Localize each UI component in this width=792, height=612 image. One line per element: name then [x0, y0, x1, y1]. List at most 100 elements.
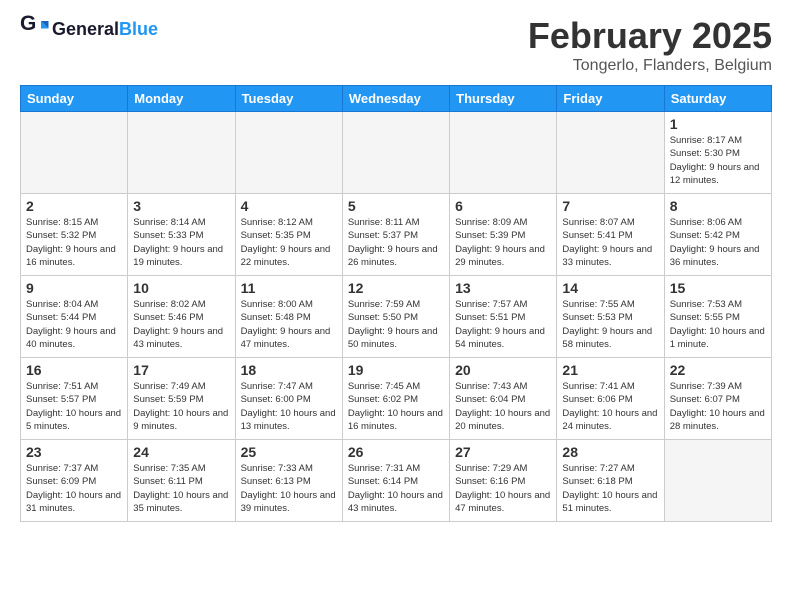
day-number: 17	[133, 362, 229, 378]
day-number: 13	[455, 280, 551, 296]
weekday-header-sunday: Sunday	[21, 86, 128, 112]
calendar-cell	[235, 112, 342, 194]
calendar-cell: 13 Sunrise: 7:57 AM Sunset: 5:51 PM Dayli…	[450, 276, 557, 358]
calendar-cell: 17 Sunrise: 7:49 AM Sunset: 5:59 PM Dayli…	[128, 358, 235, 440]
calendar-cell: 10 Sunrise: 8:02 AM Sunset: 5:46 PM Dayli…	[128, 276, 235, 358]
day-info: Sunrise: 8:17 AM Sunset: 5:30 PM Dayligh…	[670, 134, 766, 187]
weekday-header-friday: Friday	[557, 86, 664, 112]
calendar-cell: 28Sunrise: 7:27 AM Sunset: 6:18 PM Dayli…	[557, 440, 664, 522]
day-info: Sunrise: 8:15 AM Sunset: 5:32 PM Dayligh…	[26, 216, 122, 269]
day-number: 10	[133, 280, 229, 296]
day-number: 15	[670, 280, 766, 296]
calendar-cell: 24 Sunrise: 7:35 AM Sunset: 6:11 PM Dayli…	[128, 440, 235, 522]
day-info: Sunrise: 7:31 AM Sunset: 6:14 PM Dayligh…	[348, 462, 444, 515]
calendar-week-4: 23 Sunrise: 7:37 AM Sunset: 6:09 PM Dayli…	[21, 440, 772, 522]
weekday-header-thursday: Thursday	[450, 86, 557, 112]
day-number: 14	[562, 280, 658, 296]
logo-icon: G	[20, 15, 50, 45]
calendar-cell: 16 Sunrise: 7:51 AM Sunset: 5:57 PM Dayli…	[21, 358, 128, 440]
day-info: Sunrise: 8:02 AM Sunset: 5:46 PM Dayligh…	[133, 298, 229, 351]
calendar-cell	[664, 440, 771, 522]
day-number: 26	[348, 444, 444, 460]
day-info: Sunrise: 7:33 AM Sunset: 6:13 PM Dayligh…	[241, 462, 337, 515]
calendar-cell: 26 Sunrise: 7:31 AM Sunset: 6:14 PM Dayli…	[342, 440, 449, 522]
day-info: Sunrise: 7:49 AM Sunset: 5:59 PM Dayligh…	[133, 380, 229, 433]
calendar-cell	[450, 112, 557, 194]
day-number: 12	[348, 280, 444, 296]
day-number: 4	[241, 198, 337, 214]
calendar-cell	[342, 112, 449, 194]
day-number: 1	[670, 116, 766, 132]
calendar-cell: 5Sunrise: 8:11 AM Sunset: 5:37 PM Daylig…	[342, 194, 449, 276]
day-info: Sunrise: 8:06 AM Sunset: 5:42 PM Dayligh…	[670, 216, 766, 269]
month-title: February 2025	[528, 15, 772, 57]
day-info: Sunrise: 7:37 AM Sunset: 6:09 PM Dayligh…	[26, 462, 122, 515]
weekday-header-row: SundayMondayTuesdayWednesdayThursdayFrid…	[21, 86, 772, 112]
day-number: 9	[26, 280, 122, 296]
day-number: 25	[241, 444, 337, 460]
day-number: 3	[133, 198, 229, 214]
calendar-cell: 2 Sunrise: 8:15 AM Sunset: 5:32 PM Daylig…	[21, 194, 128, 276]
weekday-header-monday: Monday	[128, 86, 235, 112]
calendar-cell: 15 Sunrise: 7:53 AM Sunset: 5:55 PM Dayli…	[664, 276, 771, 358]
svg-text:G: G	[20, 15, 36, 35]
day-info: Sunrise: 8:07 AM Sunset: 5:41 PM Dayligh…	[562, 216, 658, 269]
day-number: 23	[26, 444, 122, 460]
title-block: February 2025 Tongerlo, Flanders, Belgiu…	[528, 15, 772, 75]
day-info: Sunrise: 7:51 AM Sunset: 5:57 PM Dayligh…	[26, 380, 122, 433]
page-header: G GeneralBlue February 2025 Tongerlo, Fl…	[20, 15, 772, 75]
calendar-cell: 12Sunrise: 7:59 AM Sunset: 5:50 PM Dayli…	[342, 276, 449, 358]
day-info: Sunrise: 8:14 AM Sunset: 5:33 PM Dayligh…	[133, 216, 229, 269]
day-number: 2	[26, 198, 122, 214]
location: Tongerlo, Flanders, Belgium	[528, 57, 772, 75]
day-info: Sunrise: 7:43 AM Sunset: 6:04 PM Dayligh…	[455, 380, 551, 433]
day-number: 24	[133, 444, 229, 460]
weekday-header-saturday: Saturday	[664, 86, 771, 112]
day-info: Sunrise: 7:39 AM Sunset: 6:07 PM Dayligh…	[670, 380, 766, 433]
day-number: 28	[562, 444, 658, 460]
calendar-week-3: 16 Sunrise: 7:51 AM Sunset: 5:57 PM Dayli…	[21, 358, 772, 440]
day-number: 16	[26, 362, 122, 378]
calendar-cell: 22 Sunrise: 7:39 AM Sunset: 6:07 PM Dayli…	[664, 358, 771, 440]
day-number: 20	[455, 362, 551, 378]
calendar-cell: 25 Sunrise: 7:33 AM Sunset: 6:13 PM Dayli…	[235, 440, 342, 522]
weekday-header-tuesday: Tuesday	[235, 86, 342, 112]
day-info: Sunrise: 7:47 AM Sunset: 6:00 PM Dayligh…	[241, 380, 337, 433]
calendar-cell: 27 Sunrise: 7:29 AM Sunset: 6:16 PM Dayli…	[450, 440, 557, 522]
day-number: 5	[348, 198, 444, 214]
calendar-cell: 20 Sunrise: 7:43 AM Sunset: 6:04 PM Dayli…	[450, 358, 557, 440]
calendar-cell: 11Sunrise: 8:00 AM Sunset: 5:48 PM Dayli…	[235, 276, 342, 358]
day-info: Sunrise: 8:09 AM Sunset: 5:39 PM Dayligh…	[455, 216, 551, 269]
day-info: Sunrise: 7:41 AM Sunset: 6:06 PM Dayligh…	[562, 380, 658, 433]
calendar-cell: 19 Sunrise: 7:45 AM Sunset: 6:02 PM Dayli…	[342, 358, 449, 440]
calendar-cell: 1 Sunrise: 8:17 AM Sunset: 5:30 PM Daylig…	[664, 112, 771, 194]
day-info: Sunrise: 7:29 AM Sunset: 6:16 PM Dayligh…	[455, 462, 551, 515]
calendar-cell: 6 Sunrise: 8:09 AM Sunset: 5:39 PM Daylig…	[450, 194, 557, 276]
day-number: 18	[241, 362, 337, 378]
calendar-week-2: 9Sunrise: 8:04 AM Sunset: 5:44 PM Daylig…	[21, 276, 772, 358]
day-number: 7	[562, 198, 658, 214]
day-number: 27	[455, 444, 551, 460]
day-number: 19	[348, 362, 444, 378]
calendar-cell	[557, 112, 664, 194]
logo: G GeneralBlue	[20, 15, 158, 45]
day-info: Sunrise: 7:53 AM Sunset: 5:55 PM Dayligh…	[670, 298, 766, 351]
calendar-week-0: 1 Sunrise: 8:17 AM Sunset: 5:30 PM Daylig…	[21, 112, 772, 194]
day-number: 8	[670, 198, 766, 214]
calendar-cell: 4 Sunrise: 8:12 AM Sunset: 5:35 PM Daylig…	[235, 194, 342, 276]
calendar-week-1: 2 Sunrise: 8:15 AM Sunset: 5:32 PM Daylig…	[21, 194, 772, 276]
day-info: Sunrise: 7:55 AM Sunset: 5:53 PM Dayligh…	[562, 298, 658, 351]
calendar-cell	[128, 112, 235, 194]
day-number: 6	[455, 198, 551, 214]
day-number: 21	[562, 362, 658, 378]
calendar-cell: 7 Sunrise: 8:07 AM Sunset: 5:41 PM Daylig…	[557, 194, 664, 276]
day-info: Sunrise: 7:57 AM Sunset: 5:51 PM Dayligh…	[455, 298, 551, 351]
day-info: Sunrise: 8:12 AM Sunset: 5:35 PM Dayligh…	[241, 216, 337, 269]
day-info: Sunrise: 8:00 AM Sunset: 5:48 PM Dayligh…	[241, 298, 337, 351]
day-info: Sunrise: 7:45 AM Sunset: 6:02 PM Dayligh…	[348, 380, 444, 433]
day-number: 22	[670, 362, 766, 378]
calendar-cell: 3 Sunrise: 8:14 AM Sunset: 5:33 PM Daylig…	[128, 194, 235, 276]
calendar-cell: 9Sunrise: 8:04 AM Sunset: 5:44 PM Daylig…	[21, 276, 128, 358]
calendar-cell: 14 Sunrise: 7:55 AM Sunset: 5:53 PM Dayli…	[557, 276, 664, 358]
day-info: Sunrise: 7:35 AM Sunset: 6:11 PM Dayligh…	[133, 462, 229, 515]
